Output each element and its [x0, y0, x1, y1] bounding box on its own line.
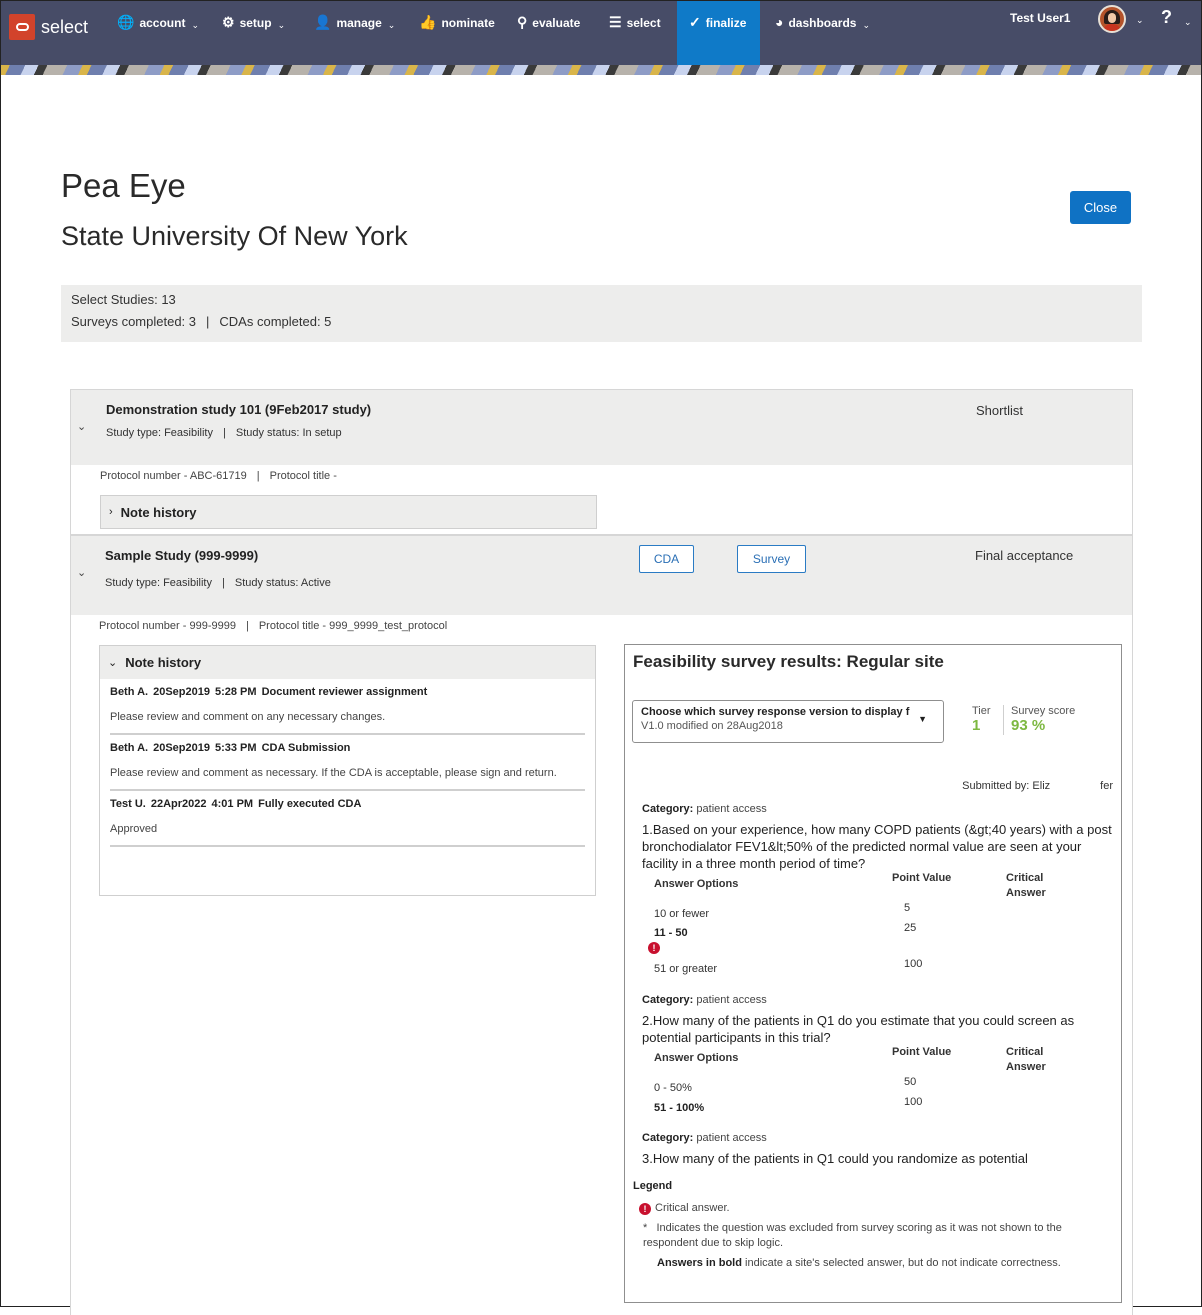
study-header[interactable]: ⌄ Sample Study (999-9999) Study type: Fe… — [71, 536, 1132, 615]
survey-button[interactable]: Survey — [737, 545, 806, 573]
user-avatar[interactable] — [1098, 5, 1126, 33]
nav-setup[interactable]: ⚙ setup ⌄ — [222, 1, 285, 65]
chevron-down-icon[interactable]: ⌄ — [77, 566, 86, 579]
survey-legend: Legend ! Critical answer. * Indicates th… — [633, 1180, 1062, 1269]
cda-button[interactable]: CDA — [639, 545, 694, 573]
answer-option: 10 or fewer — [654, 908, 710, 920]
nav-manage[interactable]: 👤 manage ⌄ — [314, 1, 395, 65]
chevron-down-icon[interactable]: ⌄ — [77, 420, 86, 433]
answer-points: 100 — [904, 1096, 923, 1108]
critical-answer-icon: ! — [648, 942, 660, 954]
study-name: Demonstration study 101 (9Feb2017 study) — [106, 402, 372, 417]
answer-option: 0 - 50% — [654, 1082, 692, 1094]
nav-finalize[interactable]: ✓ finalize — [677, 1, 761, 65]
survey-question: Category: patient access 3.How many of t… — [642, 1132, 1112, 1167]
study-header[interactable]: ⌄ Demonstration study 101 (9Feb2017 stud… — [71, 390, 1132, 465]
note-history-panel: ⌄ Note history Beth A. 20Sep2019 5:28 PM Do… — [99, 645, 596, 896]
chevron-down-icon: ⌄ — [387, 20, 396, 30]
study-meta: Study type: Feasibility | Study status: In… — [106, 427, 342, 439]
question-text: 2.How many of the patients in Q1 do you … — [642, 1013, 1075, 1045]
chevron-down-icon: ⌄ — [862, 20, 871, 30]
pie-chart-icon: ◕ — [775, 14, 784, 30]
thumbs-up-icon: 👍 — [419, 14, 437, 30]
tier-kpi: Tier 1 — [972, 705, 991, 734]
globe-icon: 🌐 — [117, 14, 135, 30]
check-circle-icon: ✓ — [689, 14, 701, 30]
help-menu-chevron-icon[interactable]: ⌄ — [1184, 17, 1192, 28]
user-menu-chevron-icon[interactable]: ⌄ — [1136, 15, 1144, 26]
note-entry: Test U. 22Apr2022 4:01 PM Fully executed CD… — [110, 791, 585, 847]
submitted-by: Submitted by: Eliz fer — [962, 780, 1113, 792]
select-studies-count: Select Studies: 13 — [71, 292, 176, 307]
cdas-completed-count: CDAs completed: 5 — [219, 314, 332, 329]
survey-title: Feasibility survey results: Regular site — [633, 652, 944, 671]
user-icon: 👤 — [314, 14, 332, 30]
answer-points: 100 — [904, 958, 923, 970]
oracle-logo-icon — [9, 14, 35, 40]
survey-score-kpi: Survey score 93 % — [1011, 705, 1076, 734]
survey-question: Category: patient access 1.Based on your… — [642, 803, 1112, 982]
survey-version-select[interactable]: Choose which survey response version to … — [632, 700, 944, 743]
survey-question: Category: patient access 2.How many of t… — [642, 994, 1112, 1116]
question-text: 1.Based on your experience, how many COP… — [642, 822, 1112, 871]
answer-option-selected: 51 - 100% — [654, 1102, 705, 1114]
user-name: Test User1 — [1010, 11, 1071, 25]
kpi-divider — [1003, 705, 1004, 735]
study-name: Sample Study (999-9999) — [105, 548, 259, 563]
protocol-info: Protocol number - ABC-61719 | Protocol tit… — [100, 470, 337, 482]
page-title: Pea Eye — [61, 167, 186, 204]
help-icon[interactable]: ? — [1161, 7, 1172, 28]
note-entry: Beth A. 20Sep2019 5:28 PM Document reviewer… — [110, 679, 585, 735]
answer-option-selected: 11 - 50 — [654, 927, 688, 939]
brand-name: select — [41, 16, 89, 37]
surveys-completed-count: Surveys completed: 3 — [71, 314, 197, 329]
note-history-toggle[interactable]: ⌄ Note history — [100, 646, 595, 679]
answer-table: Answer Options Point Value Critical Answ… — [648, 872, 1112, 982]
study-card: ⌄ Demonstration study 101 (9Feb2017 stud… — [70, 389, 1133, 535]
critical-answer-icon: ! — [639, 1203, 651, 1215]
answer-points: 5 — [904, 902, 911, 914]
answer-points: 50 — [904, 1076, 917, 1088]
chevron-down-icon: ⌄ — [191, 20, 199, 30]
note-entry: Beth A. 20Sep2019 5:33 PM CDA Submission Pl… — [110, 735, 585, 791]
gear-icon: ⚙ — [222, 14, 235, 30]
chevron-down-icon: ⌄ — [108, 657, 118, 669]
study-meta: Study type: Feasibility | Study status: Ac… — [105, 577, 331, 589]
chevron-down-icon: ⌄ — [277, 20, 286, 30]
nav-account[interactable]: 🌐 account ⌄ — [117, 1, 199, 65]
answer-table: Answer Options Point Value Critical Answ… — [654, 1046, 1046, 1114]
close-button[interactable]: Close — [1070, 191, 1131, 224]
site-name: State University Of New York — [61, 221, 408, 251]
nav-dashboards[interactable]: ◕ dashboards ⌄ — [775, 1, 870, 65]
protocol-info: Protocol number - 999-9999 | Protocol titl… — [99, 620, 448, 632]
nav-evaluate[interactable]: ⚲ evaluate — [517, 1, 580, 65]
note-history-collapsed[interactable]: › Note history — [100, 495, 597, 529]
study-stage: Final acceptance — [975, 548, 1074, 563]
brand-home-link[interactable]: select — [9, 13, 88, 41]
nav-nominate[interactable]: 👍 nominate — [419, 1, 495, 65]
survey-results-panel: Feasibility survey results: Regular site… — [624, 644, 1122, 1303]
top-navigation-bar: select 🌐 account ⌄ ⚙ setup ⌄ 👤 manage ⌄ … — [1, 1, 1201, 65]
search-icon: ⚲ — [517, 14, 528, 30]
decorative-banner-stripe — [1, 65, 1201, 75]
answer-option: 51 or greater — [654, 963, 717, 975]
nav-select[interactable]: ☰ select — [609, 1, 661, 65]
site-summary-panel: Select Studies: 13 Surveys completed: 3 |… — [61, 285, 1142, 342]
study-stage: Shortlist — [976, 403, 1023, 418]
question-text: 3.How many of the patients in Q1 could y… — [642, 1151, 1028, 1166]
list-icon: ☰ — [609, 14, 622, 30]
caret-down-icon: ▼ — [918, 714, 927, 724]
chevron-right-icon: › — [109, 506, 113, 518]
answer-points: 25 — [904, 922, 917, 934]
